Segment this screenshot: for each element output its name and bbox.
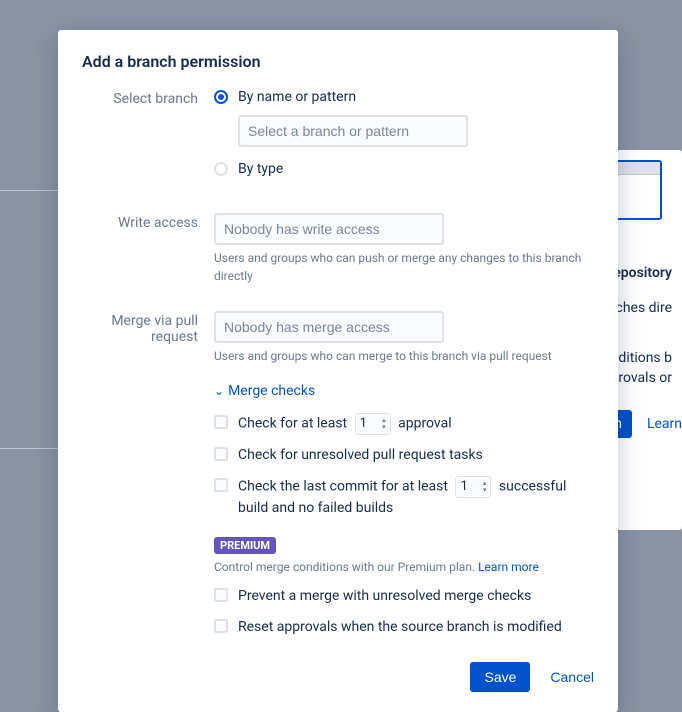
checkbox-label: Reset approvals when the source branch i… [238,617,594,638]
radio-label: By name or pattern [238,89,356,105]
radio-icon [214,162,228,176]
premium-text: Control merge conditions with our Premiu… [214,560,594,574]
chevron-down-icon: ⌄ [214,384,224,398]
modal-title: Add a branch permission [82,52,594,71]
checkbox-label: Check for unresolved pull request tasks [238,445,594,466]
merge-checks-title: Merge checks [228,383,315,399]
radio-icon [214,90,228,104]
checkbox-label: Check for at least 1 ▴▾ approval [238,413,594,435]
bg-divider [0,448,60,449]
stepper-arrows-icon: ▴▾ [382,417,386,431]
write-access-label: Write access [82,213,214,285]
checkbox-min-approvals[interactable] [214,415,228,429]
merge-access-input[interactable] [214,311,444,343]
radio-label: By type [238,161,283,177]
merge-pr-label: Merge via pull request [82,311,214,648]
radio-by-pattern[interactable]: By name or pattern [214,89,594,105]
checkbox-label: Prevent a merge with unresolved merge ch… [238,586,594,607]
bg-text: provals or [611,370,672,386]
save-button[interactable]: Save [470,662,530,692]
bg-link: Learn [647,416,682,432]
write-access-help: Users and groups who can push or merge a… [214,249,594,285]
checkbox-prevent-merge[interactable] [214,588,228,602]
learn-more-link[interactable]: Learn more [478,560,539,574]
approvals-stepper[interactable]: 1 ▴▾ [355,413,391,435]
stepper-arrows-icon: ▴▾ [483,480,487,494]
merge-checks-toggle[interactable]: ⌄ Merge checks [214,383,594,399]
builds-stepper[interactable]: 1 ▴▾ [455,476,491,498]
premium-badge: PREMIUM [214,537,276,554]
cancel-button[interactable]: Cancel [550,669,594,685]
select-branch-label: Select branch [82,89,214,187]
checkbox-reset-approvals[interactable] [214,619,228,633]
write-access-input[interactable] [214,213,444,245]
branch-pattern-input[interactable] [238,115,468,147]
bg-heading: epository [613,265,672,281]
branch-permission-modal: Add a branch permission Select branch By… [58,30,618,712]
checkbox-label: Check the last commit for at least 1 ▴▾ … [238,476,594,519]
bg-illustration [612,160,662,220]
merge-pr-help: Users and groups who can merge to this b… [214,347,594,365]
bg-divider [0,190,60,191]
checkbox-builds[interactable] [214,478,228,492]
radio-by-type[interactable]: By type [214,161,594,177]
checkbox-unresolved-tasks[interactable] [214,447,228,461]
